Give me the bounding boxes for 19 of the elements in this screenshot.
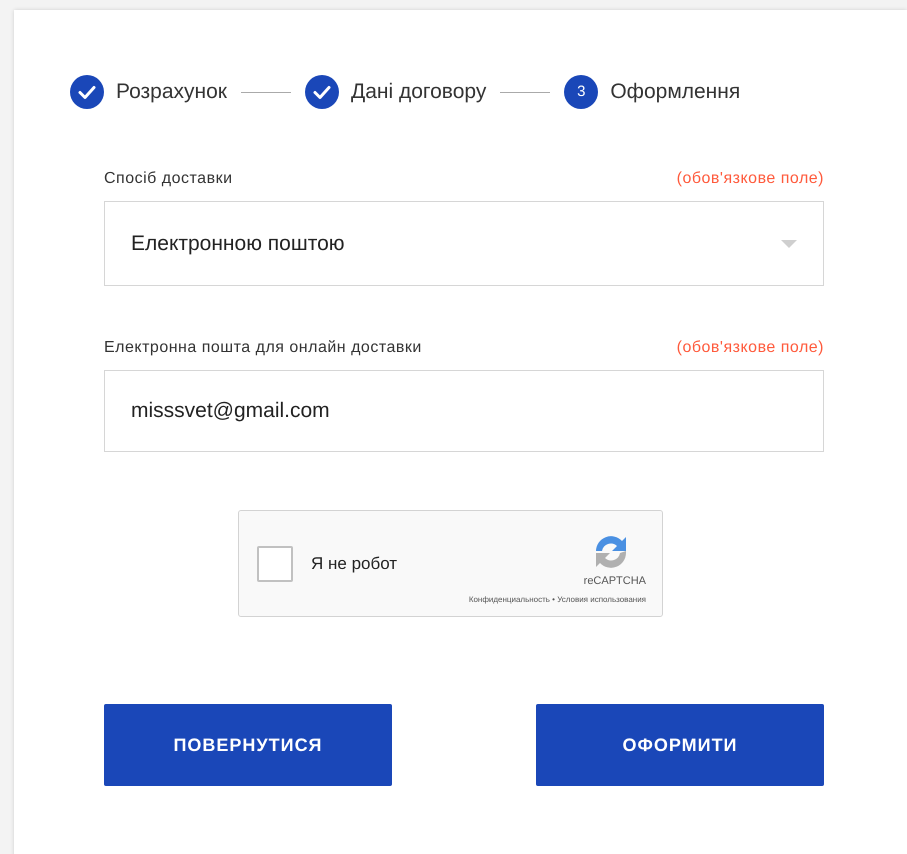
captcha-footer: Конфиденциальность • Условия использования <box>468 594 646 606</box>
check-circle-icon <box>304 75 339 109</box>
captcha-checkbox[interactable] <box>257 546 293 582</box>
field-label: Спосіб доставки <box>104 169 232 189</box>
required-note: (обов'язкове поле) <box>676 338 824 358</box>
action-button[interactable]: ОФОРМИТИ <box>536 704 824 786</box>
dropdown-caret-icon <box>781 240 797 248</box>
step-label: Оформлення <box>610 79 740 106</box>
field-label: Електронна пошта для онлайн доставки <box>104 338 422 358</box>
step-label: Розрахунок <box>116 79 227 106</box>
step-number: 3 <box>564 75 598 109</box>
captcha-label: Я не робот <box>311 552 398 575</box>
action-button[interactable]: ПОВЕРНУТИСЯ <box>104 704 392 786</box>
captcha-brand: reCAPTCHA <box>584 574 646 590</box>
required-note: (обов'язкове поле) <box>676 169 824 189</box>
step-label: Дані договору <box>350 79 486 106</box>
email-field[interactable]: misssvet@gmail.com <box>104 370 824 452</box>
check-circle-icon <box>70 75 104 109</box>
delivery-select[interactable]: Електронною поштою <box>104 201 824 286</box>
